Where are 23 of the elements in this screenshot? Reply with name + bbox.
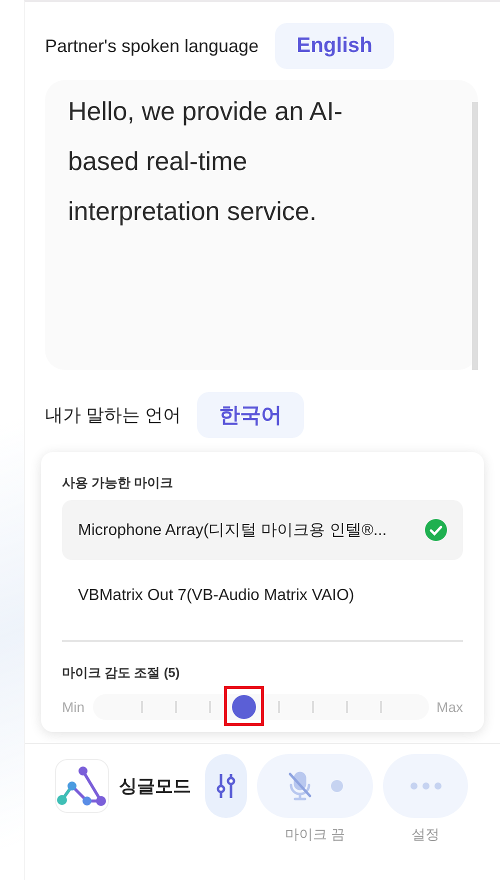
transcript-text: Hello, we provide an AI-based real-time interpretation service.	[67, 95, 344, 228]
partner-language-label: Partner's spoken language	[45, 36, 259, 56]
sliders-icon	[216, 772, 236, 800]
button-caption: 마이크 끔	[285, 826, 345, 844]
min-label: Min	[62, 699, 85, 715]
dot-icon	[331, 780, 343, 792]
microphone-option[interactable]: VBMatrix Out 7(VB-Audio Matrix VAIO)	[62, 566, 463, 626]
app-logo	[55, 759, 109, 813]
slider-thumb[interactable]	[232, 695, 256, 719]
language-button[interactable]: English	[274, 23, 394, 69]
slider-track[interactable]	[92, 694, 429, 720]
scrollbar[interactable]	[472, 102, 478, 370]
microphone-option[interactable]: Microphone Array(디지털 마이크용 인텔®...	[62, 500, 463, 560]
panel-title: 사용 가능한 마이크	[62, 474, 174, 492]
more-icon	[410, 782, 442, 790]
max-label: Max	[436, 699, 463, 715]
language-button[interactable]: 한국어	[197, 392, 304, 438]
check-icon	[425, 519, 447, 541]
my-language-label: 내가 말하는 언어	[45, 404, 182, 427]
button-caption: 설정	[412, 826, 440, 844]
mode-label: 싱글모드	[119, 775, 191, 798]
mixer-button[interactable]	[205, 754, 247, 818]
sensitivity-label: 마이크 감도 조절 (5)	[62, 664, 181, 682]
